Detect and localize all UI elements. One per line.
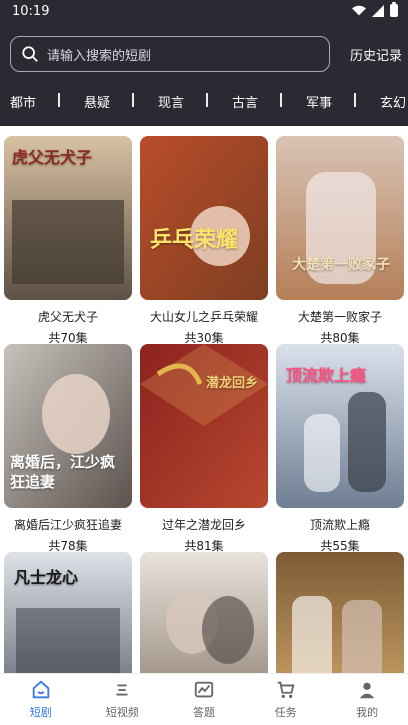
drama-title: 离婚后江少疯狂追妻	[13, 518, 122, 532]
drama-poster: 虎父无犬子	[4, 136, 132, 300]
bottom-tab-bar: 短剧 短视频 答题 任务 我的	[0, 673, 408, 725]
status-bar: 10:19	[0, 0, 408, 24]
drama-poster	[140, 552, 268, 673]
poster-title: 凡士龙心	[14, 568, 79, 587]
wifi-icon	[352, 5, 366, 15]
tab-short-drama[interactable]: 短剧	[0, 674, 82, 725]
signal-icon	[372, 4, 384, 17]
drama-title: 过年之潜龙回乡	[161, 518, 246, 532]
poster-title: 顶流欺上瘾	[286, 366, 367, 385]
search-placeholder: 请输入搜索的短剧	[47, 48, 152, 64]
tab-label: 任务	[274, 706, 297, 719]
poster-image	[140, 344, 268, 508]
drama-card[interactable]	[140, 552, 268, 673]
drama-poster: 大楚第一败家子	[276, 136, 404, 300]
drama-title: 大山女儿之乒乓荣耀	[149, 310, 258, 324]
drama-card[interactable]: 顶流欺上瘾 顶流欺上瘾 共55集	[276, 344, 404, 554]
history-link[interactable]: 历史记录	[350, 45, 402, 64]
drama-grid: 虎父无犬子 虎父无犬子 共70集 乒乓荣耀 大山女儿之乒乓荣耀 共30集 大楚第…	[0, 126, 408, 673]
category-xianyan[interactable]: 现言	[158, 92, 184, 111]
search-row: 请输入搜索的短剧 历史记录	[10, 36, 402, 72]
tab-tasks[interactable]: 任务	[245, 674, 327, 725]
tab-label: 答题	[192, 706, 215, 719]
list-icon	[116, 684, 128, 696]
drama-title: 大楚第一败家子	[297, 310, 382, 324]
drama-card[interactable]: 乒乓荣耀 大山女儿之乒乓荣耀 共30集	[140, 136, 268, 346]
chart-icon	[194, 681, 214, 698]
poster-title: 大楚第一败家子	[292, 257, 390, 273]
drama-poster: 离婚后，江少疯狂追妻	[4, 344, 132, 508]
category-divider	[206, 93, 208, 107]
cart-icon	[277, 681, 295, 699]
drama-card[interactable]: 凡士龙心	[4, 552, 132, 673]
tab-short-video[interactable]: 短视频	[82, 674, 164, 725]
poster-image	[276, 552, 404, 673]
drama-card[interactable]: 大楚第一败家子 大楚第一败家子 共80集	[276, 136, 404, 346]
poster-image	[276, 136, 404, 300]
poster-title: 离婚后，江少疯狂追妻	[10, 453, 116, 491]
drama-poster	[276, 552, 404, 673]
drama-card[interactable]: 潜龙回乡 过年之潜龙回乡 共81集	[140, 344, 268, 554]
profile-icon	[359, 682, 375, 699]
drama-poster: 凡士龙心	[4, 552, 132, 673]
tab-quiz[interactable]: 答题	[163, 674, 245, 725]
tab-label: 我的	[356, 706, 379, 719]
tab-label: 短剧	[29, 706, 52, 719]
drama-title: 虎父无犬子	[37, 310, 98, 324]
category-junshi[interactable]: 军事	[306, 92, 332, 111]
home-icon	[32, 680, 50, 699]
tab-label: 短视频	[105, 706, 139, 719]
poster-title: 潜龙回乡	[206, 376, 259, 391]
tab-profile[interactable]: 我的	[326, 674, 408, 725]
category-divider	[58, 93, 60, 107]
category-divider	[280, 93, 282, 107]
drama-card[interactable]	[276, 552, 404, 673]
poster-image	[140, 136, 268, 300]
status-time: 10:19	[12, 4, 50, 19]
category-guyan[interactable]: 古言	[232, 92, 258, 111]
status-icons	[352, 2, 398, 17]
battery-icon	[390, 2, 398, 17]
search-input[interactable]: 请输入搜索的短剧	[10, 36, 330, 72]
category-divider	[354, 93, 356, 107]
drama-poster: 乒乓荣耀	[140, 136, 268, 300]
drama-card[interactable]: 离婚后，江少疯狂追妻 离婚后江少疯狂追妻 共78集	[4, 344, 132, 554]
top-header: 10:19 请输入搜索的短剧 历史记录 都市 悬疑 现言 古言 军事 玄幻	[0, 0, 408, 126]
category-xuanyi[interactable]: 悬疑	[84, 92, 110, 111]
search-icon	[22, 46, 38, 62]
category-divider	[132, 93, 134, 107]
drama-poster: 顶流欺上瘾	[276, 344, 404, 508]
poster-title: 乒乓荣耀	[150, 228, 239, 253]
drama-poster: 潜龙回乡	[140, 344, 268, 508]
poster-title: 虎父无犬子	[12, 148, 93, 167]
category-xuanhuan[interactable]: 玄幻	[380, 92, 406, 111]
category-bar: 都市 悬疑 现言 古言 军事 玄幻	[0, 84, 408, 116]
drama-card[interactable]: 虎父无犬子 虎父无犬子 共70集	[4, 136, 132, 346]
drama-title: 顶流欺上瘾	[309, 518, 370, 532]
category-dushi[interactable]: 都市	[10, 92, 36, 111]
poster-image	[140, 552, 268, 673]
